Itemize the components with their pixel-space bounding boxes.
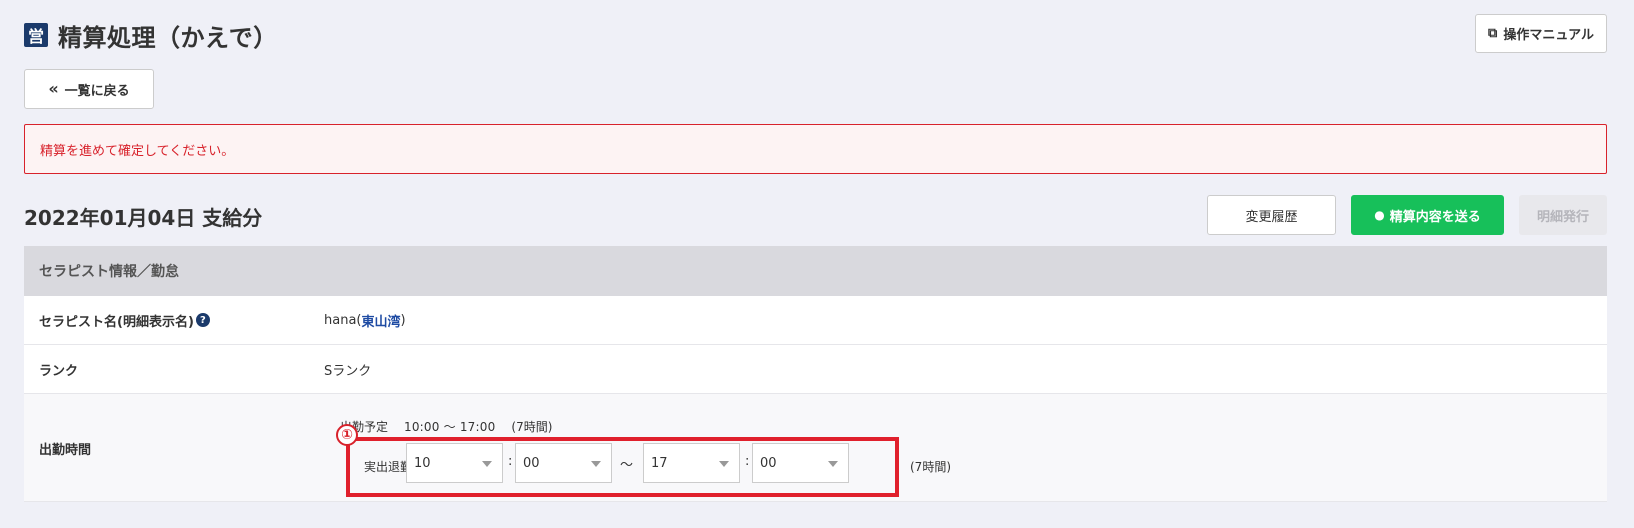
chevron-down-icon [828, 461, 838, 467]
therapist-name-label: セラピスト名(明細表示名) [39, 314, 194, 330]
question-circle-icon[interactable]: ? [195, 313, 210, 327]
change-history-button[interactable]: 変更履歴 [1207, 195, 1336, 235]
scheduled-time: 出勤予定 10:00 〜 17:00 (7時間) [340, 418, 552, 435]
double-chevron-left-icon: « [48, 79, 59, 98]
therapist-store-link[interactable]: 東山湾 [362, 311, 401, 330]
back-button-label: 一覧に戻る [64, 83, 130, 99]
chevron-down-icon [591, 461, 601, 467]
scheduled-duration: (7時間) [511, 420, 553, 434]
annotation-marker: ① [336, 424, 358, 446]
rank-value: Sランク [324, 363, 372, 379]
manual-button[interactable]: ⧉ 操作マニュアル [1475, 14, 1607, 53]
therapist-info-panel: セラピスト情報／勤怠 セラピスト名(明細表示名) ? hana(東山湾) ランク… [24, 246, 1607, 502]
send-settlement-button[interactable]: ● 精算内容を送る [1351, 195, 1504, 235]
page-title: 精算処理（かえで） [58, 23, 278, 52]
therapist-name-label-cell: セラピスト名(明細表示名) ? [24, 296, 324, 344]
time-colon: : [508, 454, 513, 469]
end-hour-select[interactable]: 17 [643, 443, 740, 483]
therapist-name-row: セラピスト名(明細表示名) ? hana(東山湾) [24, 296, 1607, 345]
therapist-name: hana [324, 312, 357, 328]
time-colon: : [745, 454, 750, 469]
back-to-list-button[interactable]: « 一覧に戻る [24, 69, 154, 109]
rank-row: ランク Sランク [24, 345, 1607, 394]
issue-statement-button[interactable]: 明細発行 [1519, 195, 1607, 235]
time-range-separator: 〜 [620, 458, 634, 473]
chevron-down-icon [719, 461, 729, 467]
chevron-down-icon [482, 461, 492, 467]
external-link-icon: ⧉ [1488, 26, 1498, 41]
attendance-row: 出勤時間 出勤予定 10:00 〜 17:00 (7時間) ① 実出退勤 10 … [24, 394, 1607, 502]
end-minute-value: 00 [760, 455, 777, 471]
store-icon: 営 [24, 23, 48, 47]
scheduled-time-value: 10:00 〜 17:00 [404, 420, 496, 434]
manual-button-label: 操作マニュアル [1503, 28, 1594, 43]
start-minute-select[interactable]: 00 [515, 443, 612, 483]
actual-attendance-label: 実出退勤 [364, 460, 413, 474]
attendance-label: 出勤時間 [39, 442, 92, 458]
send-button-label: 精算内容を送る [1389, 209, 1481, 225]
chat-bubble-icon: ● [1374, 208, 1385, 222]
store-paren-close: ) [400, 312, 406, 328]
actual-duration: (7時間) [910, 460, 951, 474]
start-minute-value: 00 [523, 455, 540, 471]
start-hour-value: 10 [414, 455, 431, 471]
panel-title: セラピスト情報／勤怠 [24, 246, 1607, 296]
rank-label: ランク [39, 363, 79, 379]
end-hour-value: 17 [651, 455, 668, 471]
end-minute-select[interactable]: 00 [752, 443, 849, 483]
page-header: 営 精算処理（かえで） [24, 20, 278, 52]
therapist-name-value: hana(東山湾) [324, 296, 406, 344]
payment-date-heading: 2022年01月04日 支給分 [24, 206, 263, 230]
alert-message: 精算を進めて確定してください。 [24, 124, 1607, 174]
start-hour-select[interactable]: 10 [406, 443, 503, 483]
